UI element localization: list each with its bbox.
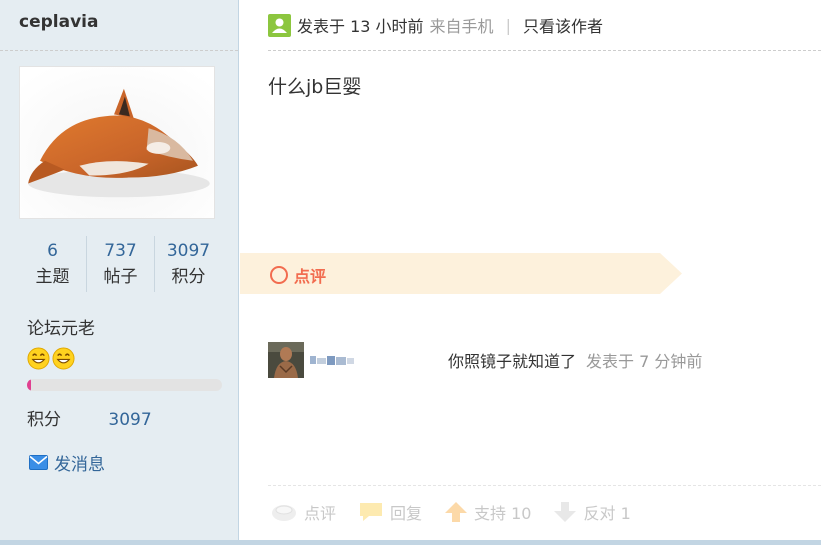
author-avatar[interactable]	[19, 66, 215, 219]
coffee-cup-icon	[272, 505, 296, 521]
thumb-up-arrow-icon	[445, 502, 468, 522]
send-message-label[interactable]: 发消息	[54, 450, 105, 475]
post-content: 什么jb巨婴	[268, 76, 362, 98]
oppose-action-button[interactable]: 反对 1	[553, 500, 631, 524]
score-value[interactable]: 3097	[108, 410, 151, 430]
stat-credits-value[interactable]: 3097	[155, 238, 222, 264]
post-meta: 发表于 13 小时前 来自手机 | 只看该作者	[268, 13, 603, 37]
support-action-label[interactable]: 支持 10	[474, 500, 531, 524]
speech-bubble-icon	[360, 503, 383, 521]
bottom-border	[0, 540, 821, 545]
reply-action-button[interactable]: 回复	[358, 500, 422, 524]
comment-section-header: 点评	[240, 253, 682, 294]
only-author-link[interactable]: 只看该作者	[523, 13, 603, 37]
comment-header-content: 点评	[270, 263, 326, 287]
smiley-medal-icon	[27, 347, 50, 370]
author-stats: 6 主题 737 帖子 3097 积分	[19, 236, 222, 292]
stat-threads-label: 主题	[35, 267, 70, 287]
stat-posts-value[interactable]: 737	[87, 238, 154, 264]
support-action-button[interactable]: 支持 10	[444, 500, 531, 524]
oppose-action-label[interactable]: 反对 1	[583, 500, 630, 524]
reply-action-label[interactable]: 回复	[390, 500, 422, 524]
footer-divider	[268, 485, 821, 486]
commenter-name-blurred[interactable]	[310, 353, 356, 367]
comment-text-row: 你照镜子就知道了 发表于 7 分钟前	[448, 348, 702, 372]
comment-section-label: 点评	[294, 267, 327, 286]
post-source: 来自手机	[429, 17, 494, 36]
stat-posts[interactable]: 737 帖子	[86, 236, 154, 292]
smiley-medal-icon	[52, 347, 75, 370]
level-progress-bar	[27, 379, 222, 391]
post-actions: 点评 回复 支持 10 反对 1	[270, 500, 653, 524]
medal-list	[27, 347, 75, 370]
thumb-down-arrow-icon	[554, 502, 577, 522]
post-main: 发表于 13 小时前 来自手机 | 只看该作者 什么jb巨婴 点评 你照镜子就知…	[240, 0, 821, 540]
comment-action-label[interactable]: 点评	[304, 500, 336, 524]
score-row: 积分 3097	[27, 405, 152, 430]
comment-item: 你照镜子就知道了 发表于 7 分钟前	[268, 341, 808, 379]
sidebar-divider	[0, 50, 238, 51]
author-username[interactable]: ceplavia	[19, 12, 98, 32]
stat-credits[interactable]: 3097 积分	[154, 236, 222, 292]
author-sidebar: ceplavia 6 主题 737 帖子 3097 积分 论坛元老 积分 309…	[0, 0, 239, 545]
meta-divider	[268, 50, 821, 51]
stat-posts-label: 帖子	[103, 267, 138, 287]
comment-time: 发表于 7 分钟前	[586, 352, 703, 371]
comment-circle-icon	[270, 266, 288, 284]
send-message-link[interactable]: 发消息	[29, 450, 105, 475]
online-user-icon	[268, 13, 291, 37]
comment-text: 你照镜子就知道了	[448, 352, 577, 371]
fox-avatar-image	[20, 67, 214, 218]
rank-title: 论坛元老	[27, 319, 95, 339]
stat-threads-value[interactable]: 6	[19, 238, 86, 264]
meta-separator: |	[505, 15, 511, 35]
post-time: 发表于 13 小时前	[297, 17, 424, 36]
score-label: 积分	[27, 410, 61, 430]
comment-action-button[interactable]: 点评	[270, 500, 336, 524]
stat-threads[interactable]: 6 主题	[19, 236, 86, 292]
stat-credits-label: 积分	[171, 267, 206, 287]
commenter-avatar[interactable]	[268, 342, 304, 378]
level-progress-fill	[27, 379, 31, 391]
envelope-icon	[29, 455, 48, 470]
